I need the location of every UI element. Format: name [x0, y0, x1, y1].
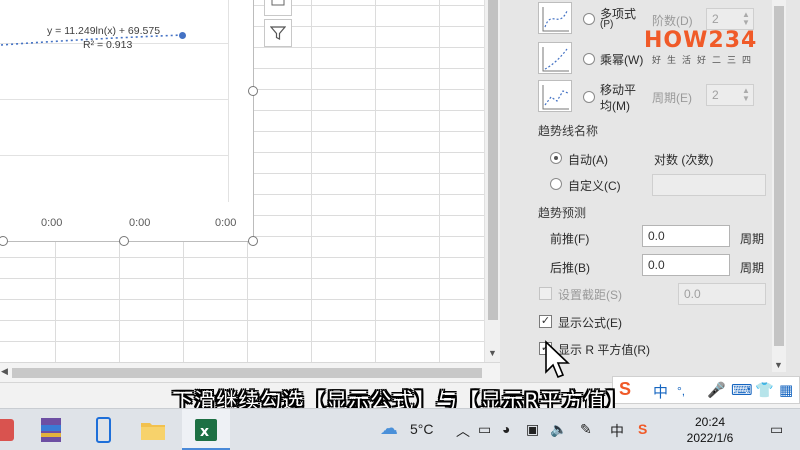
forward-unit: 周期	[740, 232, 765, 246]
system-clock[interactable]: 20:24 2022/1/6	[680, 414, 740, 446]
backward-input[interactable]: 0.0	[642, 254, 730, 276]
chart-styles-button[interactable]	[264, 0, 292, 16]
battery-icon[interactable]: ▭	[478, 421, 491, 438]
scroll-thumb[interactable]	[12, 368, 482, 378]
trendline-equation[interactable]: y = 11.249ln(x) + 69.575	[47, 25, 160, 37]
clock-date: 2022/1/6	[686, 431, 734, 445]
custom-name-radio[interactable]	[550, 178, 562, 190]
network-icon[interactable]: ▣	[526, 421, 539, 438]
auto-name-radio[interactable]	[550, 152, 562, 164]
custom-name-label: 自定义(C)	[568, 179, 621, 193]
logo-tagline: 好生活好二三四	[652, 55, 758, 65]
intercept-input[interactable]: 0.0	[678, 283, 766, 305]
order-spin-icon[interactable]: ▲ ▼	[742, 11, 750, 27]
chart-resize-handle[interactable]	[119, 236, 129, 246]
phone-link-icon[interactable]	[88, 415, 118, 445]
forward-label: 前推(F)	[550, 232, 590, 246]
mouse-cursor-icon	[545, 340, 570, 379]
trendline-name-header: 趋势线名称	[538, 124, 599, 138]
windows-taskbar: x ☁ 5°C ︿ ▭ ◕ ▣ 🔈 ✎ 中 S 20:24 2022/1/6 ▭	[0, 408, 800, 450]
scroll-down-arrow-icon[interactable]: ▼	[488, 348, 497, 358]
period-spin-icon[interactable]: ▲ ▼	[742, 87, 750, 103]
polynomial-trend-icon	[538, 2, 572, 34]
x-tick-label: 0:00	[129, 217, 151, 229]
chart-area[interactable]: y = 11.249ln(x) + 69.575 R² = 0.913 0:00…	[0, 0, 254, 242]
chart-resize-handle[interactable]	[248, 236, 258, 246]
trendline-r-squared[interactable]: R² = 0.913	[83, 39, 132, 51]
taskbar-ime-lang[interactable]: 中	[610, 421, 624, 441]
file-explorer-icon[interactable]	[138, 415, 168, 445]
chevron-up-icon[interactable]: ︿	[456, 421, 470, 441]
site-logo: HOW234 好生活好二三四	[644, 28, 776, 70]
scroll-left-arrow-icon[interactable]: ◀	[1, 366, 8, 377]
show-r-squared-label: 显示 R 平方值(R)	[558, 343, 650, 357]
chart-resize-handle[interactable]	[248, 86, 258, 96]
moving-average-radio[interactable]	[583, 91, 595, 103]
chart-resize-handle[interactable]	[0, 236, 8, 246]
volume-icon[interactable]: 🔈	[550, 421, 567, 438]
show-equation-label: 显示公式(E)	[558, 316, 622, 330]
chart-filters-button[interactable]	[264, 19, 292, 47]
backward-unit: 周期	[740, 261, 765, 275]
scroll-thumb[interactable]	[488, 0, 498, 320]
weather-temp[interactable]: 5°C	[410, 421, 434, 437]
moving-average-label: 移动平	[600, 83, 637, 97]
set-intercept-checkbox[interactable]	[539, 287, 552, 300]
x-tick-label: 0:00	[215, 217, 237, 229]
brush-icon	[271, 0, 285, 6]
horizontal-scrollbar[interactable]: ◀	[0, 362, 500, 382]
clock-time: 20:24	[694, 415, 726, 429]
qq-icon[interactable]: ◕	[502, 421, 510, 437]
auto-name-label: 自动(A)	[568, 153, 608, 167]
period-label: 周期(E)	[652, 91, 692, 105]
pane-scroll-down-arrow-icon[interactable]: ▼	[774, 360, 783, 370]
taskbar-app-icon[interactable]	[0, 415, 18, 445]
forward-input[interactable]: 0.0	[642, 225, 730, 247]
x-tick-label: 0:00	[41, 217, 63, 229]
moving-average-label-shortcut: 均(M)	[600, 99, 630, 113]
show-equation-checkbox[interactable]: ✓	[539, 315, 552, 328]
vertical-scrollbar[interactable]: ▼	[484, 0, 500, 362]
power-radio[interactable]	[583, 53, 595, 65]
excel-icon[interactable]: x	[191, 415, 221, 445]
moving-average-trend-icon	[538, 80, 572, 112]
polynomial-radio[interactable]	[583, 13, 595, 25]
polynomial-label-shortcut: (P)	[600, 19, 614, 30]
forecast-header: 趋势预测	[538, 206, 587, 220]
winrar-icon[interactable]	[36, 415, 66, 445]
power-trend-icon	[538, 42, 572, 74]
power-label: 乘幂(W)	[600, 53, 644, 67]
data-point[interactable]	[179, 32, 186, 39]
svg-text:x: x	[200, 424, 209, 440]
notification-icon[interactable]: ▭	[770, 421, 783, 438]
spreadsheet-grid[interactable]: y = 11.249ln(x) + 69.575 R² = 0.913 0:00…	[0, 0, 500, 382]
logo-text: HOW234	[644, 28, 758, 53]
cloud-weather-icon[interactable]: ☁	[380, 418, 398, 439]
order-label: 阶数(D)	[652, 14, 693, 28]
auto-name-value: 对数 (次数)	[654, 153, 714, 167]
pen-icon[interactable]: ✎	[580, 421, 592, 438]
filter-icon	[270, 26, 286, 40]
set-intercept-label: 设置截距(S)	[558, 288, 622, 302]
backward-label: 后推(B)	[550, 261, 590, 275]
custom-name-input[interactable]	[652, 174, 766, 196]
sogou-tray-icon[interactable]: S	[638, 421, 647, 437]
